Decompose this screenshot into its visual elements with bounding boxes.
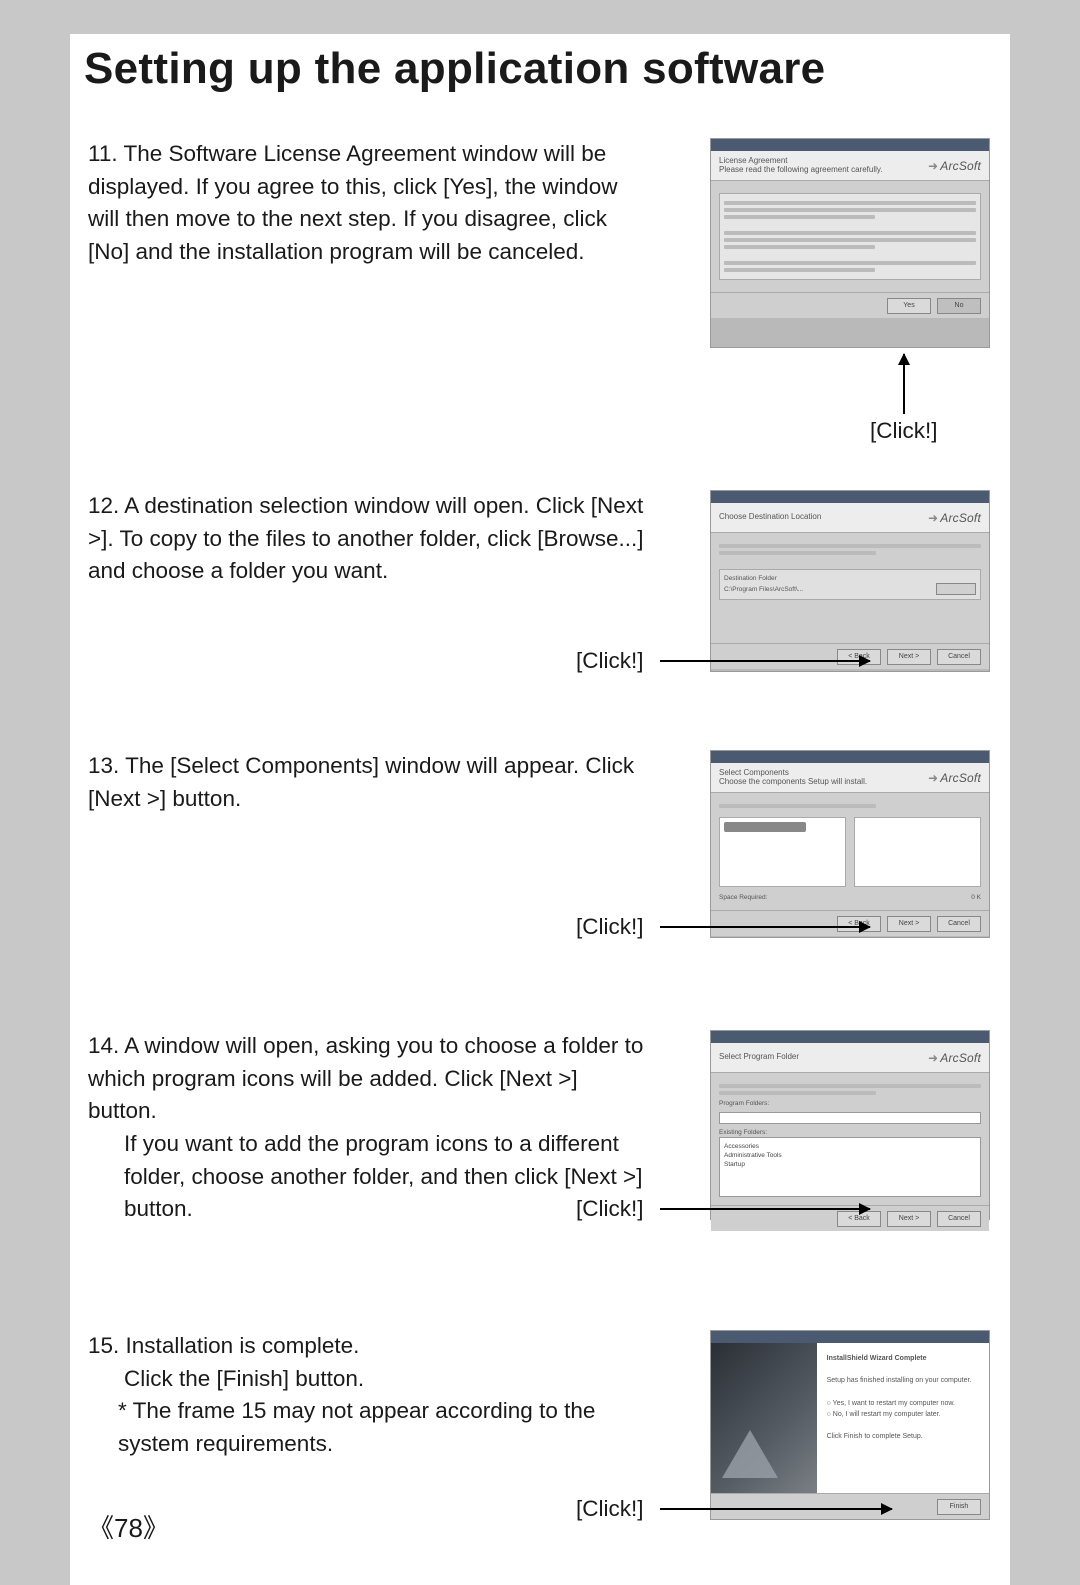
page-title: Setting up the application software [70,34,1010,110]
window-header: Select ComponentsChoose the components S… [711,763,989,793]
step-note: * The frame 15 may not appear according … [88,1395,648,1460]
arcsoft-logo: ArcSoft [928,159,981,173]
step-13: 13. The [Select Components] window will … [88,750,648,815]
manual-page: Setting up the application software 11. … [0,0,1080,1585]
window-footer: < Back Next > Cancel [711,643,989,669]
arrow-up-icon [903,354,905,414]
margin-left [0,0,70,1585]
next-button[interactable]: Next > [887,649,931,665]
window-titlebar [711,139,989,151]
window-body: InstallShield Wizard Complete Setup has … [711,1343,989,1493]
click-label-12: [Click!] [576,648,644,674]
step-text: Installation is complete. [126,1333,360,1358]
destination-folder-group: Destination Folder C:\Program Files\ArcS… [719,569,981,600]
step-text-line2: Click the [Finish] button. [88,1363,648,1396]
browse-button[interactable] [936,583,976,595]
step-text: The Software License Agreement window wi… [88,141,617,264]
page-number: 《78》 [88,1508,169,1545]
yes-button[interactable]: Yes [887,298,931,314]
step-text: The [Select Components] window will appe… [88,753,634,811]
window-body [711,181,989,292]
program-folder-input[interactable] [719,1112,981,1124]
click-label-11: [Click!] [870,418,938,444]
finish-text: InstallShield Wizard Complete Setup has … [817,1343,989,1493]
step-number: 13. [88,753,119,778]
step-text: A window will open, asking you to choose… [88,1033,643,1123]
click-label-14: [Click!] [576,1196,644,1222]
finish-button[interactable]: Finish [937,1499,981,1515]
arcsoft-logo: ArcSoft [928,771,981,785]
content-area: 11. The Software License Agreement windo… [70,110,1010,1585]
arcsoft-logo: ArcSoft [928,511,981,525]
cancel-button[interactable]: Cancel [937,916,981,932]
window-titlebar [711,1331,989,1343]
description-box [854,817,981,887]
screenshot-finish: InstallShield Wizard Complete Setup has … [710,1330,990,1520]
screenshot-license-agreement: License AgreementPlease read the followi… [710,138,990,348]
window-header: Select Program Folder ArcSoft [711,1043,989,1073]
arcsoft-logo: ArcSoft [928,1051,981,1065]
arrow-right-icon [660,660,870,662]
components-list[interactable] [719,817,846,887]
screenshot-program-folder: Select Program Folder ArcSoft Program Fo… [710,1030,990,1220]
arrow-right-icon [660,1508,892,1510]
cancel-button[interactable]: Cancel [937,649,981,665]
click-label-15: [Click!] [576,1496,644,1522]
step-number: 15. [88,1333,119,1358]
window-titlebar [711,491,989,503]
cancel-button[interactable]: Cancel [937,1211,981,1227]
license-text-panel [719,193,981,280]
click-label-13: [Click!] [576,914,644,940]
step-15: 15. Installation is complete. Click the … [88,1330,648,1461]
window-header: Choose Destination Location ArcSoft [711,503,989,533]
step-number: 11. [88,141,118,166]
window-titlebar [711,1031,989,1043]
finish-graphic [711,1343,817,1493]
margin-top [70,0,1010,34]
header-text: Select ComponentsChoose the components S… [719,769,867,787]
window-body: Space Required:0 K [711,793,989,910]
arrow-right-icon [660,926,870,928]
window-header: License AgreementPlease read the followi… [711,151,989,181]
step-text: A destination selection window will open… [88,493,644,583]
step-14: 14. A window will open, asking you to ch… [88,1030,648,1226]
next-button[interactable]: Next > [887,1211,931,1227]
existing-folders-list[interactable]: AccessoriesAdministrative ToolsStartup [719,1137,981,1197]
window-footer: < Back Next > Cancel [711,910,989,936]
window-footer: Yes No [711,292,989,318]
header-text: Choose Destination Location [719,513,821,522]
components-columns [719,811,981,893]
window-titlebar [711,751,989,763]
step-number: 14. [88,1033,119,1058]
step-12: 12. A destination selection window will … [88,490,648,588]
step-11: 11. The Software License Agreement windo… [88,138,648,269]
window-footer: Finish [711,1493,989,1519]
triangle-icon [722,1430,778,1478]
window-body: Program Folders: Existing Folders: Acces… [711,1073,989,1205]
window-body: Destination Folder C:\Program Files\ArcS… [711,533,989,643]
destination-path: C:\Program Files\ArcSoft\... [724,585,803,594]
arrow-right-icon [660,1208,870,1210]
screenshot-destination: Choose Destination Location ArcSoft Dest… [710,490,990,672]
next-button[interactable]: Next > [887,916,931,932]
margin-right [1010,0,1080,1585]
step-text-extra: If you want to add the program icons to … [88,1128,648,1226]
screenshot-select-components: Select ComponentsChoose the components S… [710,750,990,938]
header-text: Select Program Folder [719,1053,799,1062]
no-button[interactable]: No [937,298,981,314]
step-number: 12. [88,493,119,518]
header-text: License AgreementPlease read the followi… [719,157,883,175]
